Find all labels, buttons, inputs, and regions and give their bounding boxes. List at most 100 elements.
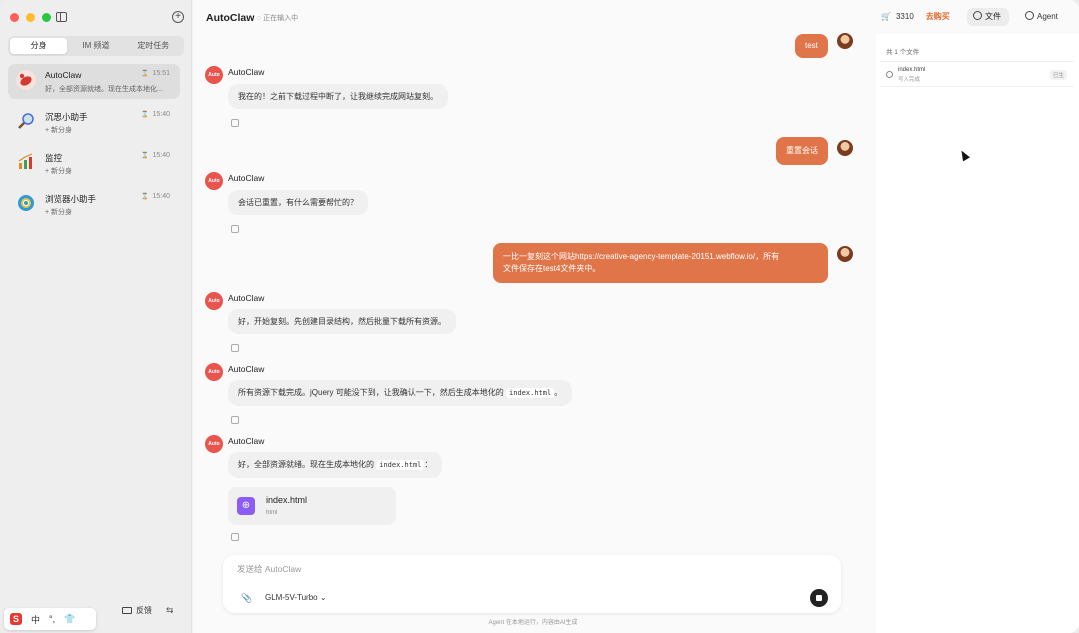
session-title: 浏览器小助手 bbox=[45, 194, 97, 204]
user-message: 重置会话 bbox=[776, 137, 828, 165]
stop-button[interactable] bbox=[810, 589, 828, 607]
agent-button[interactable]: Agent bbox=[1025, 11, 1058, 21]
message-text: 我在的！之前下载过程中断了，让我继续完成网站复刻。 bbox=[238, 92, 438, 101]
new-chat-icon[interactable]: + bbox=[172, 11, 184, 23]
model-selector[interactable]: GLM-5V-Turbo ⌄ bbox=[265, 593, 327, 602]
copy-icon[interactable] bbox=[231, 533, 239, 541]
session-title: 沉思小助手 bbox=[45, 112, 88, 122]
tab-im-channels[interactable]: IM 频道 bbox=[67, 38, 124, 54]
agent-label: Agent bbox=[1037, 12, 1058, 21]
minimize-window-button[interactable] bbox=[26, 13, 35, 22]
points-value: 3310 bbox=[895, 12, 914, 21]
bot-avatar: Auto bbox=[205, 292, 223, 310]
user-message: 一比一复刻这个网站https://creative-agency-templat… bbox=[493, 243, 828, 283]
sogou-logo-icon: S bbox=[10, 613, 22, 625]
session-title: AutoClaw bbox=[45, 70, 82, 80]
tab-avatars[interactable]: 分身 bbox=[10, 38, 68, 54]
ime-punctuation[interactable]: °, bbox=[49, 614, 55, 624]
session-preview: + 新分身 bbox=[45, 209, 73, 216]
copy-icon[interactable] bbox=[231, 225, 239, 233]
user-avatar bbox=[837, 33, 853, 49]
session-item-autoclaw[interactable]: AutoClaw 15:51 好，全部资源就绪。现在生成本地化... bbox=[8, 64, 180, 99]
ime-language[interactable]: 中 bbox=[31, 613, 40, 626]
footnote: Agent 在本地运行，内容由AI生成 bbox=[488, 620, 578, 626]
session-preview: + 新分身 bbox=[45, 127, 73, 134]
message-text: 会话已重置，有什么需要帮忙的？ bbox=[238, 198, 358, 207]
zoom-window-button[interactable] bbox=[42, 13, 51, 22]
globe-icon: ⊕ bbox=[237, 497, 255, 515]
file-attachment-card[interactable]: ⊕ index.html html bbox=[228, 487, 396, 525]
session-preview: + 新分身 bbox=[45, 168, 73, 175]
message-text: ： bbox=[424, 460, 433, 469]
session-item-thinking-helper[interactable]: 沉思小助手 15:40 + 新分身 bbox=[8, 105, 180, 140]
file-status: 写入完成 bbox=[898, 77, 921, 83]
file-status-icon bbox=[886, 71, 893, 78]
session-time: 15:40 bbox=[141, 111, 170, 118]
session-time: 15:40 bbox=[141, 193, 170, 200]
input-method-bar[interactable]: S 中 °, 👕 bbox=[4, 608, 96, 630]
message-text-line-1: 一比一复刻这个网站https://creative-agency-templat… bbox=[503, 252, 780, 261]
bot-message: 所有资源下载完成。jQuery 可能没下到，让我确认一下，然后生成本地化的 in… bbox=[228, 380, 573, 406]
app-window: + 分身 IM 频道 定时任务 AutoClaw 15:51 好，全部资源就绪。… bbox=[0, 0, 1079, 633]
message-text: 。 bbox=[554, 388, 563, 397]
copy-icon[interactable] bbox=[231, 344, 239, 352]
mail-icon bbox=[122, 607, 132, 614]
bot-message: 我在的！之前下载过程中断了，让我继续完成网站复刻。 bbox=[228, 84, 448, 109]
attach-icon[interactable]: 📎 bbox=[241, 593, 252, 604]
tab-scheduled-tasks[interactable]: 定时任务 bbox=[125, 38, 182, 54]
sidebar-toggle-icon[interactable] bbox=[56, 12, 67, 22]
file-list-item[interactable]: index.html 写入完成 已生 bbox=[880, 61, 1073, 87]
cart-icon: 🛒 bbox=[881, 12, 891, 21]
swap-icon[interactable]: ⇆ bbox=[166, 605, 174, 616]
chat-thread: test Auto AutoClaw 我在的！之前下载过程中断了，让我继续完成网… bbox=[193, 0, 873, 633]
bot-name: AutoClaw bbox=[228, 364, 265, 374]
points-display: 🛒 3310 去购买 bbox=[881, 11, 950, 22]
sidebar-footer: S 中 °, 👕 反馈 ⇆ bbox=[0, 600, 192, 630]
browser-icon bbox=[16, 193, 36, 213]
session-title: 监控 bbox=[45, 153, 63, 163]
bot-name: AutoClaw bbox=[228, 67, 265, 77]
message-text: test bbox=[805, 41, 818, 50]
file-type: html bbox=[266, 510, 278, 516]
session-preview: 好，全部资源就绪。现在生成本地化... bbox=[45, 86, 163, 93]
magnifier-icon bbox=[16, 111, 36, 131]
user-avatar bbox=[837, 140, 853, 156]
file-name: index.html bbox=[898, 67, 926, 73]
sidebar: + 分身 IM 频道 定时任务 AutoClaw 15:51 好，全部资源就绪。… bbox=[0, 0, 192, 633]
message-text: 重置会话 bbox=[786, 146, 818, 155]
bot-name: AutoClaw bbox=[228, 173, 265, 183]
buy-link[interactable]: 去购买 bbox=[926, 11, 950, 22]
file-icon bbox=[973, 11, 982, 20]
agent-icon bbox=[1025, 11, 1034, 20]
session-item-browser-helper[interactable]: 浏览器小助手 15:40 + 新分身 bbox=[8, 187, 180, 222]
message-text: 好，全部资源就绪。现在生成本地化的 bbox=[238, 460, 374, 469]
bot-avatar: Auto bbox=[205, 435, 223, 453]
model-name: GLM-5V-Turbo bbox=[265, 593, 318, 602]
message-text-line-2: 文件保存在test4文件夹中。 bbox=[503, 264, 601, 273]
feedback-label: 反馈 bbox=[136, 606, 152, 615]
bot-name: AutoClaw bbox=[228, 293, 265, 303]
inline-code: index.html bbox=[506, 388, 555, 398]
close-window-button[interactable] bbox=[10, 13, 19, 22]
inline-code: index.html bbox=[376, 460, 425, 470]
copy-icon[interactable] bbox=[231, 119, 239, 127]
files-label: 文件 bbox=[985, 12, 1001, 21]
ime-skin-icon[interactable]: 👕 bbox=[64, 614, 75, 625]
bot-avatar: Auto bbox=[205, 66, 223, 84]
file-count: 共 1 个文件 bbox=[886, 49, 920, 56]
feedback-button[interactable]: 反馈 bbox=[122, 605, 152, 616]
message-input[interactable] bbox=[237, 564, 797, 574]
user-message: test bbox=[795, 34, 828, 58]
message-text: 好，开始复刻。先创建目录结构，然后批量下载所有资源。 bbox=[238, 317, 446, 326]
files-panel: 共 1 个文件 index.html 写入完成 已生 bbox=[876, 34, 1079, 633]
files-button[interactable]: 文件 bbox=[967, 8, 1009, 26]
chevron-down-icon: ⌄ bbox=[319, 593, 327, 602]
sidebar-tabs: 分身 IM 频道 定时任务 bbox=[8, 36, 184, 56]
session-time: 15:40 bbox=[141, 152, 170, 159]
chart-icon bbox=[16, 152, 36, 172]
message-composer: 📎 GLM-5V-Turbo ⌄ bbox=[223, 555, 841, 613]
session-item-monitor[interactable]: 监控 15:40 + 新分身 bbox=[8, 146, 180, 181]
file-badge: 已生 bbox=[1049, 70, 1067, 80]
message-text: 所有资源下载完成。jQuery 可能没下到，让我确认一下，然后生成本地化的 bbox=[238, 388, 504, 397]
copy-icon[interactable] bbox=[231, 416, 239, 424]
